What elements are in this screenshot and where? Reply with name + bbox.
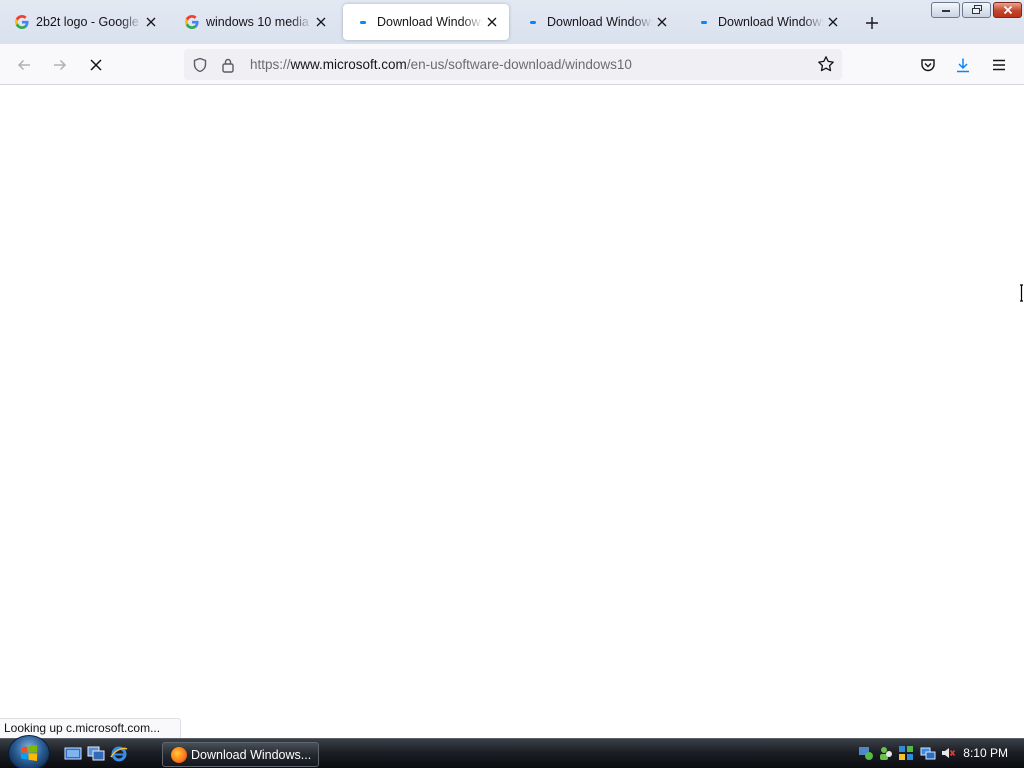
plus-icon: [866, 17, 878, 29]
tab-close-icon[interactable]: [142, 13, 160, 31]
lock-icon[interactable]: [218, 55, 238, 75]
new-tab-button[interactable]: [860, 11, 884, 35]
navigation-toolbar: https://www.microsoft.com/en-us/software…: [0, 44, 1024, 85]
forward-button[interactable]: [47, 52, 73, 78]
taskbar-button-label: Download Windows...: [191, 747, 312, 762]
tray-network-sharing-icon[interactable]: [858, 745, 874, 761]
bookmark-star-icon[interactable]: [816, 54, 836, 74]
tab-close-icon[interactable]: [653, 13, 671, 31]
url-scheme: https://: [250, 57, 291, 72]
taskbar-firefox-button[interactable]: Download Windows...: [162, 742, 319, 767]
stop-button[interactable]: [83, 52, 109, 78]
tab-close-icon[interactable]: [312, 13, 330, 31]
google-g-icon: [184, 14, 200, 30]
tab-title: Download Windows 1: [547, 15, 653, 29]
pocket-button[interactable]: [915, 52, 941, 78]
tab-title: windows 10 media cre: [206, 15, 312, 29]
tracking-protection-shield-icon[interactable]: [190, 55, 210, 75]
mouse-cursor-ibeam-icon: [1020, 284, 1024, 302]
windows-logo-icon: [21, 745, 37, 761]
clock[interactable]: 8:10 PM: [963, 746, 1008, 760]
restore-icon: [971, 5, 982, 14]
url-path: /en-us/software-download/windows10: [406, 57, 632, 72]
minimize-button[interactable]: [931, 2, 960, 18]
tray-updates-icon[interactable]: [898, 745, 914, 761]
tab-google-2b2t-logo[interactable]: 2b2t logo - Google Se: [2, 4, 168, 40]
tab-close-icon[interactable]: [483, 13, 501, 31]
tab-title: Download Windows 1: [377, 15, 483, 29]
firefox-icon: [171, 746, 187, 763]
minimize-icon: [941, 10, 950, 12]
tray-network-icon[interactable]: [920, 745, 936, 761]
back-arrow-icon: [17, 59, 30, 71]
loading-dash-icon: [696, 14, 712, 30]
pocket-icon: [921, 59, 935, 72]
tab-title: 2b2t logo - Google Se: [36, 15, 142, 29]
tray-users-icon[interactable]: [878, 745, 894, 761]
loading-dash-icon: [355, 14, 371, 30]
stop-x-icon: [90, 59, 102, 71]
start-button[interactable]: [8, 735, 50, 768]
tab-strip: 2b2t logo - Google Se windows 10 media c…: [0, 0, 1024, 44]
url-host: www.microsoft.com: [290, 57, 407, 72]
tab-download-windows-active[interactable]: Download Windows 1: [343, 4, 509, 40]
loading-dash-icon: [525, 14, 541, 30]
downloads-button[interactable]: [950, 52, 976, 78]
close-window-button[interactable]: [993, 2, 1022, 18]
show-desktop-icon[interactable]: [64, 745, 82, 763]
hamburger-menu-icon: [993, 59, 1005, 71]
tab-title: Download Windows 1: [718, 15, 824, 29]
app-menu-button[interactable]: [986, 52, 1012, 78]
download-arrow-icon: [957, 58, 969, 73]
internet-explorer-icon[interactable]: [110, 745, 128, 763]
restore-button[interactable]: [962, 2, 991, 18]
forward-arrow-icon: [54, 59, 67, 71]
taskbar: Download Windows... 8:10 PM: [0, 735, 1024, 768]
tab-close-icon[interactable]: [824, 13, 842, 31]
tray-volume-muted-icon[interactable]: [940, 745, 956, 761]
url-text[interactable]: https://www.microsoft.com/en-us/software…: [250, 57, 632, 72]
tab-google-media-creation[interactable]: windows 10 media cre: [172, 4, 338, 40]
tab-download-windows-3[interactable]: Download Windows 1: [684, 4, 850, 40]
back-button[interactable]: [11, 52, 37, 78]
close-icon: [1003, 5, 1012, 15]
switch-windows-icon[interactable]: [87, 745, 105, 763]
url-bar[interactable]: https://www.microsoft.com/en-us/software…: [184, 49, 842, 80]
tab-download-windows-2[interactable]: Download Windows 1: [513, 4, 679, 40]
system-tray: 8:10 PM: [852, 739, 1024, 768]
page-content-area[interactable]: [0, 85, 1024, 738]
window-caption-buttons: [931, 2, 1022, 18]
google-g-icon: [14, 14, 30, 30]
